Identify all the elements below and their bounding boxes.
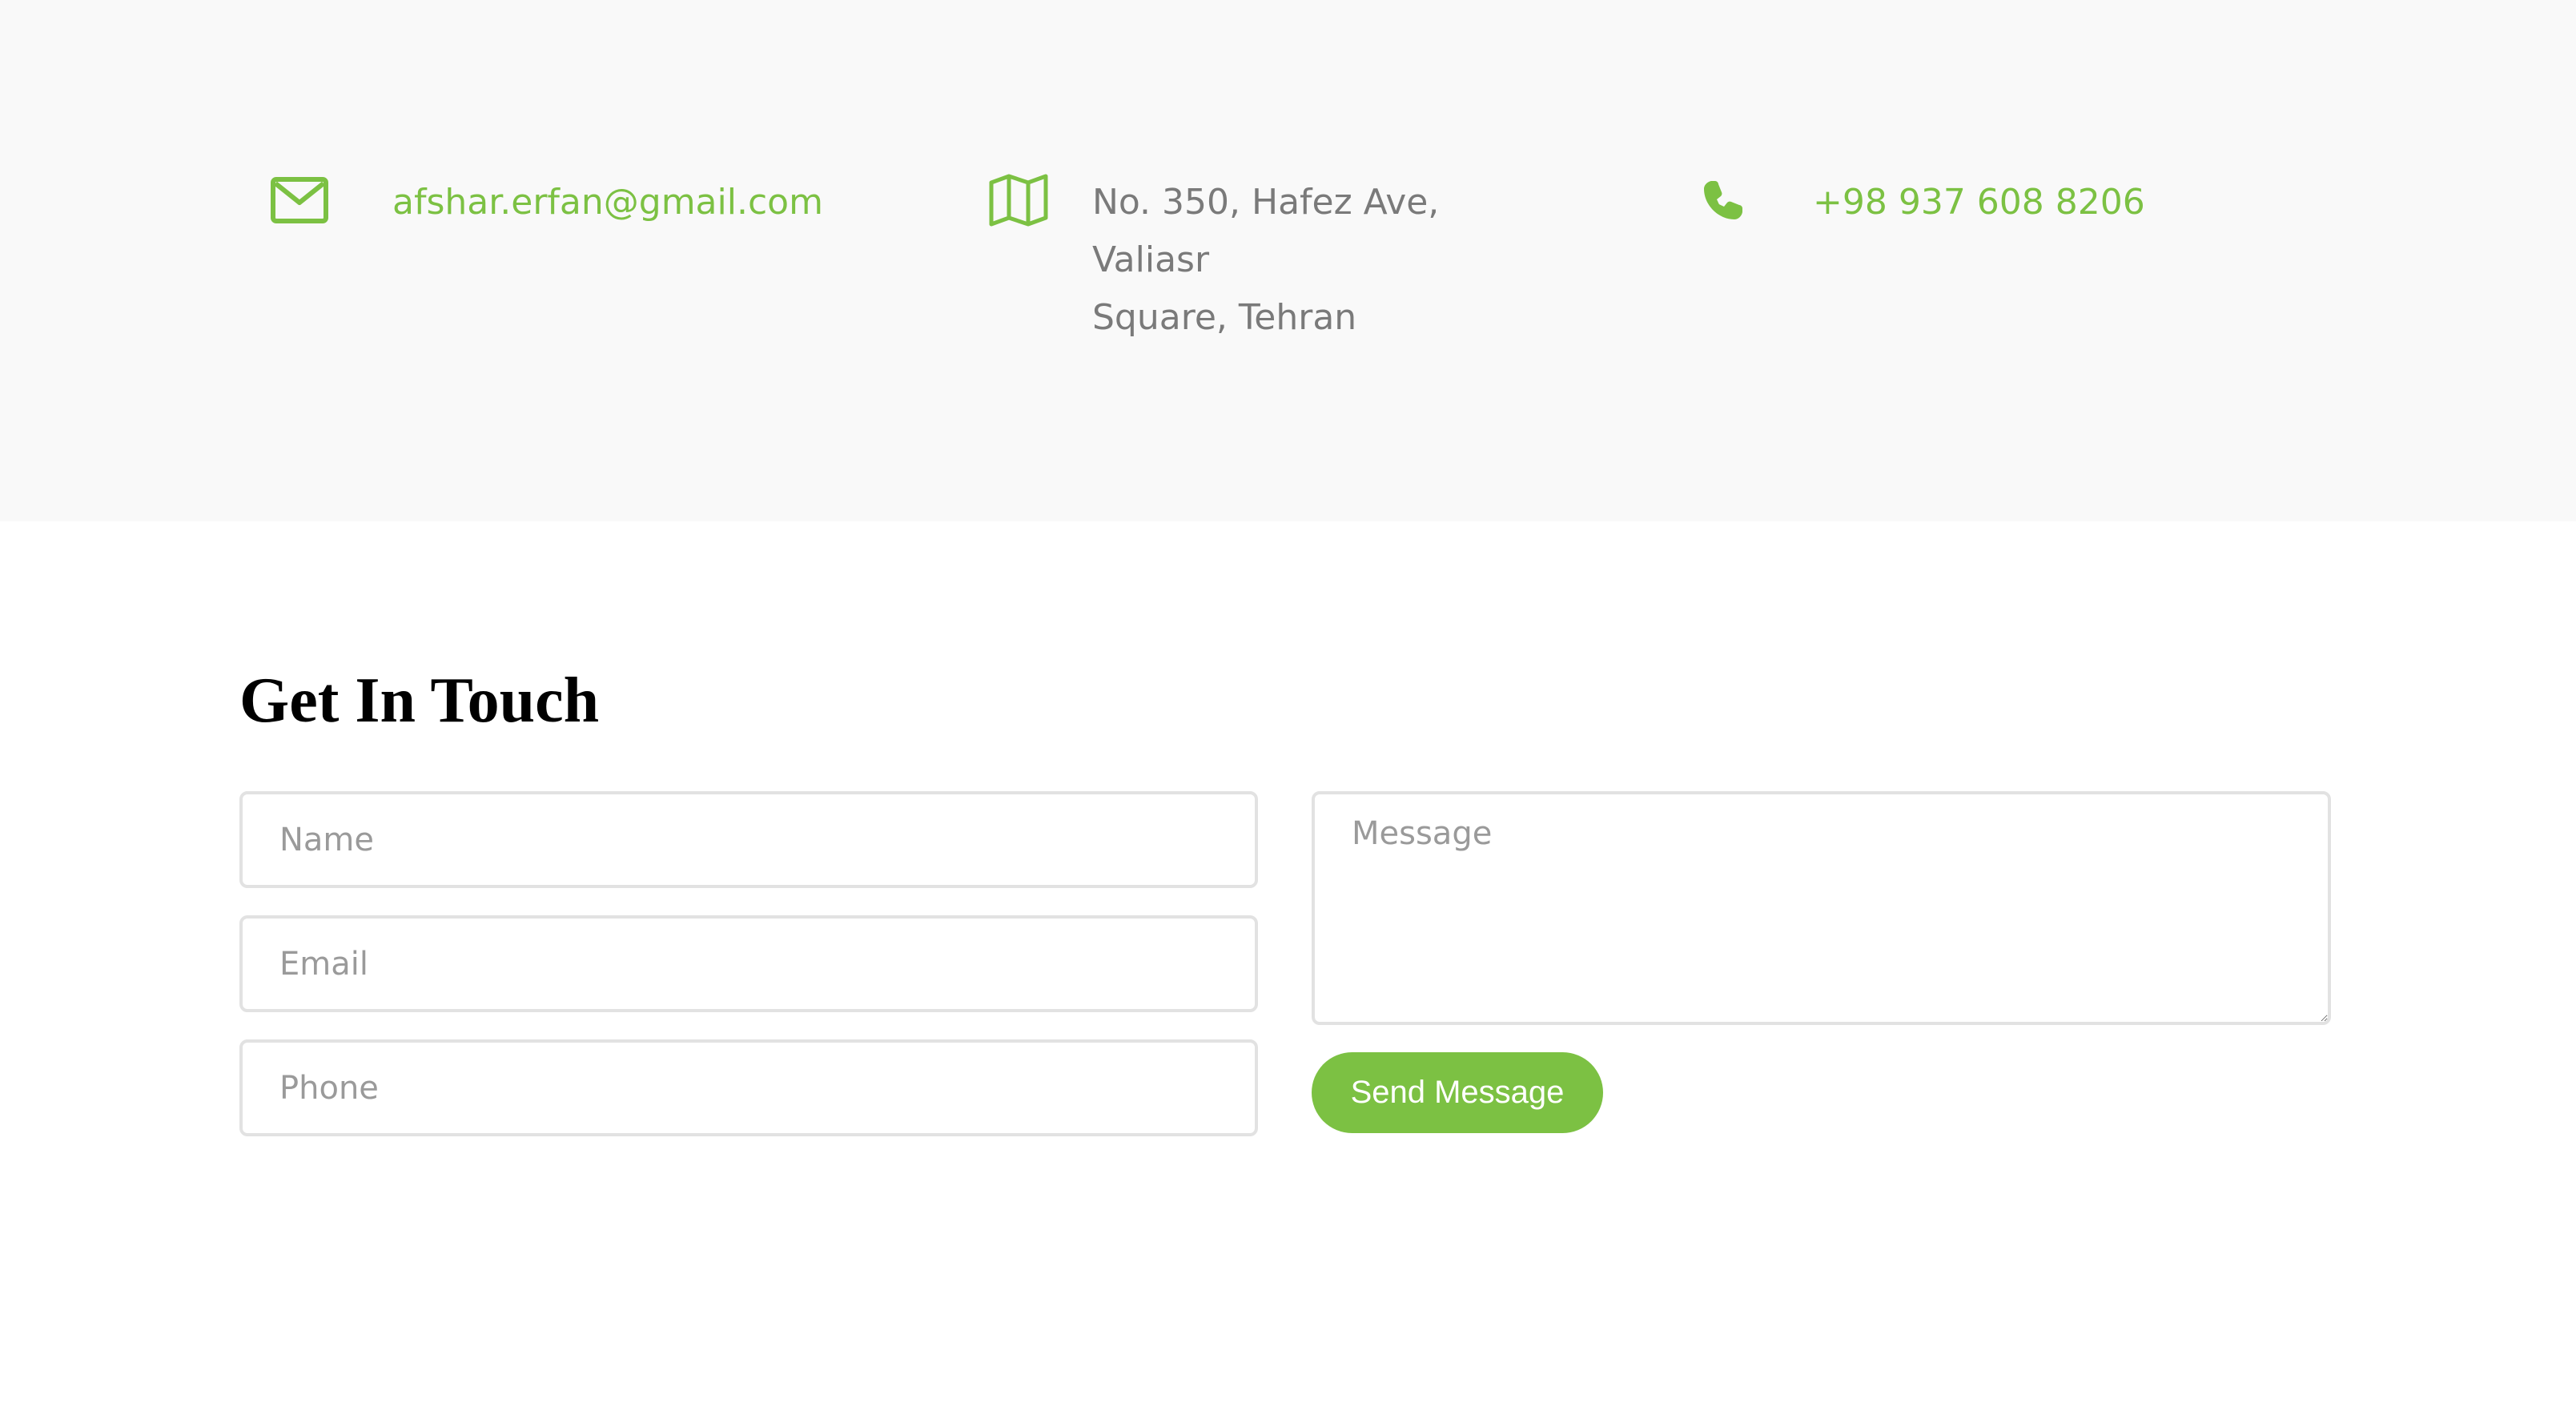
address-line-2: Square, Tehran: [1092, 297, 1357, 338]
contact-info-band: afshar.erfan@gmail.com No. 350, Hafez Av…: [0, 0, 2576, 521]
address-line-1: No. 350, Hafez Ave, Valiasr: [1092, 182, 1440, 280]
phone-icon: [1691, 168, 1755, 232]
phone-field[interactable]: [239, 1039, 1258, 1136]
send-message-button[interactable]: Send Message: [1312, 1052, 1603, 1133]
contact-email-link[interactable]: afshar.erfan@gmail.com: [392, 174, 823, 231]
contact-phone-link[interactable]: +98 937 608 8206: [1813, 174, 2145, 231]
message-field[interactable]: [1312, 791, 2331, 1025]
envelope-icon: [267, 168, 332, 232]
name-field[interactable]: [239, 791, 1258, 888]
map-icon: [987, 168, 1051, 232]
contact-email-item: afshar.erfan@gmail.com: [267, 168, 823, 232]
email-field[interactable]: [239, 915, 1258, 1012]
page-title: Get In Touch: [239, 665, 600, 736]
contact-phone-item: +98 937 608 8206: [1691, 168, 2145, 232]
contact-address-item: No. 350, Hafez Ave, Valiasr Square, Tehr…: [987, 168, 1541, 347]
contact-address-text: No. 350, Hafez Ave, Valiasr Square, Tehr…: [1092, 174, 1541, 347]
